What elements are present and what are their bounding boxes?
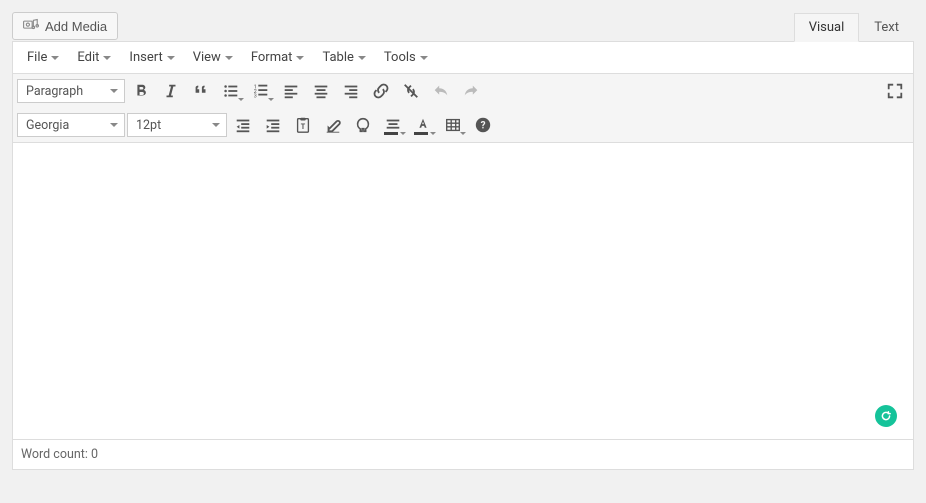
editor-container: File Edit Insert View Format Table Tools… — [12, 41, 914, 470]
chevron-down-icon — [238, 98, 244, 101]
italic-button[interactable] — [157, 77, 185, 105]
chevron-down-icon — [460, 132, 466, 135]
tab-visual[interactable]: Visual — [794, 13, 860, 42]
word-count-label: Word count: 0 — [21, 447, 98, 462]
text-color-button[interactable] — [409, 111, 437, 139]
chevron-down-icon — [110, 123, 118, 127]
chevron-down-icon — [268, 98, 274, 101]
chevron-down-icon — [420, 56, 428, 60]
statusbar: Word count: 0 — [13, 439, 913, 469]
indent-button[interactable] — [259, 111, 287, 139]
content-area[interactable] — [13, 143, 913, 439]
add-media-label: Add Media — [45, 19, 107, 34]
outdent-button[interactable] — [229, 111, 257, 139]
link-button[interactable] — [367, 77, 395, 105]
redo-button[interactable] — [457, 77, 485, 105]
chevron-down-icon — [296, 56, 304, 60]
menu-insert[interactable]: Insert — [121, 47, 182, 68]
align-right-button[interactable] — [337, 77, 365, 105]
align-left-button[interactable] — [277, 77, 305, 105]
chevron-down-icon — [358, 56, 366, 60]
menu-file[interactable]: File — [19, 47, 67, 68]
align-center-button[interactable] — [307, 77, 335, 105]
numbered-list-button[interactable]: 123 — [247, 77, 275, 105]
menu-edit[interactable]: Edit — [69, 47, 119, 68]
chevron-down-icon — [51, 56, 59, 60]
camera-music-icon — [23, 18, 39, 35]
undo-button[interactable] — [427, 77, 455, 105]
help-button[interactable]: ? — [469, 111, 497, 139]
chevron-down-icon — [110, 89, 118, 93]
toolbar-row-1: Paragraph 123 — [13, 74, 913, 108]
toolbar-row-2: Georgia 12pt T — [13, 108, 913, 142]
toolbar-area: Paragraph 123 — [13, 74, 913, 143]
table-button[interactable] — [439, 111, 467, 139]
svg-text:?: ? — [481, 121, 486, 132]
menu-view[interactable]: View — [185, 47, 241, 68]
chevron-down-icon — [212, 123, 220, 127]
paste-text-button[interactable]: T — [289, 111, 317, 139]
clear-formatting-button[interactable] — [319, 111, 347, 139]
chevron-down-icon — [167, 56, 175, 60]
bullet-list-button[interactable] — [217, 77, 245, 105]
chevron-down-icon — [430, 132, 436, 135]
unlink-button[interactable] — [397, 77, 425, 105]
chevron-down-icon — [400, 132, 406, 135]
menu-table[interactable]: Table — [314, 47, 373, 68]
menu-format[interactable]: Format — [243, 47, 313, 68]
grammarly-icon[interactable] — [875, 405, 897, 427]
chevron-down-icon — [225, 56, 233, 60]
background-color-button[interactable] — [379, 111, 407, 139]
menubar: File Edit Insert View Format Table Tools — [13, 42, 913, 74]
blockquote-button[interactable] — [187, 77, 215, 105]
color-swatch — [414, 132, 428, 135]
font-size-select[interactable]: 12pt — [127, 113, 227, 137]
special-char-button[interactable] — [349, 111, 377, 139]
color-swatch — [384, 132, 398, 135]
fullscreen-button[interactable] — [881, 77, 909, 105]
svg-text:3: 3 — [254, 93, 257, 99]
editor-mode-tabs: Visual Text — [794, 12, 914, 41]
bold-button[interactable] — [127, 77, 155, 105]
font-family-select[interactable]: Georgia — [17, 113, 125, 137]
format-select[interactable]: Paragraph — [17, 79, 125, 103]
svg-text:T: T — [301, 122, 306, 131]
tab-text[interactable]: Text — [859, 13, 914, 42]
menu-tools[interactable]: Tools — [376, 47, 436, 68]
add-media-button[interactable]: Add Media — [12, 12, 118, 40]
chevron-down-icon — [103, 56, 111, 60]
